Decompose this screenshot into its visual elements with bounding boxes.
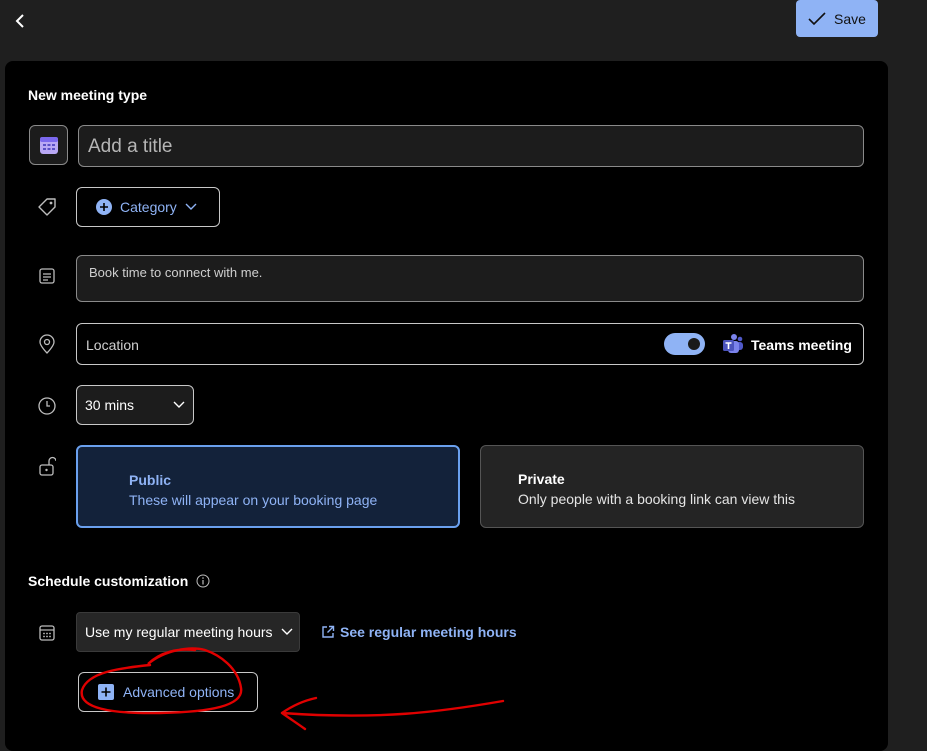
public-description: These will appear on your booking page [129,492,378,508]
chevron-down-icon [173,401,185,408]
add-circle-icon [96,199,112,215]
category-dropdown[interactable]: Category [76,187,220,227]
meeting-hours-select[interactable]: Use my regular meeting hours [76,612,300,652]
visibility-private-option[interactable]: Private Only people with a booking link … [480,445,864,528]
teams-meeting-toggle[interactable] [664,333,705,355]
schedule-heading: Schedule customization [28,573,189,589]
chevron-left-icon [15,14,24,28]
calendar-color-picker[interactable] [29,125,68,165]
location-input[interactable]: Location Teams meeting [76,323,864,365]
info-icon[interactable] [196,574,210,588]
duration-value: 30 mins [85,397,135,413]
duration-select[interactable]: 30 mins [76,385,194,425]
save-label: Save [834,10,866,27]
toggle-knob [688,338,700,350]
location-placeholder: Location [86,337,139,353]
calendar-icon [39,137,58,154]
teams-icon [722,333,744,355]
unlock-icon [36,455,58,477]
chevron-down-icon [281,628,293,635]
external-link-icon [322,625,335,638]
chevron-down-icon [185,203,197,210]
save-button[interactable]: Save [796,0,878,37]
category-label: Category [120,199,177,215]
public-title: Public [129,472,172,488]
location-pin-icon [36,333,58,355]
clock-icon [36,395,58,417]
advanced-options-label: Advanced options [123,684,235,700]
visibility-public-option[interactable]: Public These will appear on your booking… [76,445,460,528]
teams-meeting-label: Teams meeting [751,337,852,353]
notes-icon [36,265,58,287]
add-square-icon [98,684,114,700]
private-description: Only people with a booking link can view… [518,491,796,507]
schedule-section-header: Schedule customization [28,573,210,589]
description-input[interactable]: Book time to connect with me. [76,255,864,302]
see-hours-label: See regular meeting hours [340,624,517,640]
hours-value: Use my regular meeting hours [85,624,273,640]
back-button[interactable] [8,8,32,34]
private-title: Private [518,471,565,487]
see-regular-hours-link[interactable]: See regular meeting hours [321,624,517,640]
page-title: New meeting type [28,87,148,103]
checkmark-icon [808,11,826,25]
title-input[interactable]: Add a title [78,125,864,167]
advanced-options-button[interactable]: Advanced options [78,672,258,712]
calendar-grid-icon [36,622,58,644]
tag-icon [36,196,58,218]
